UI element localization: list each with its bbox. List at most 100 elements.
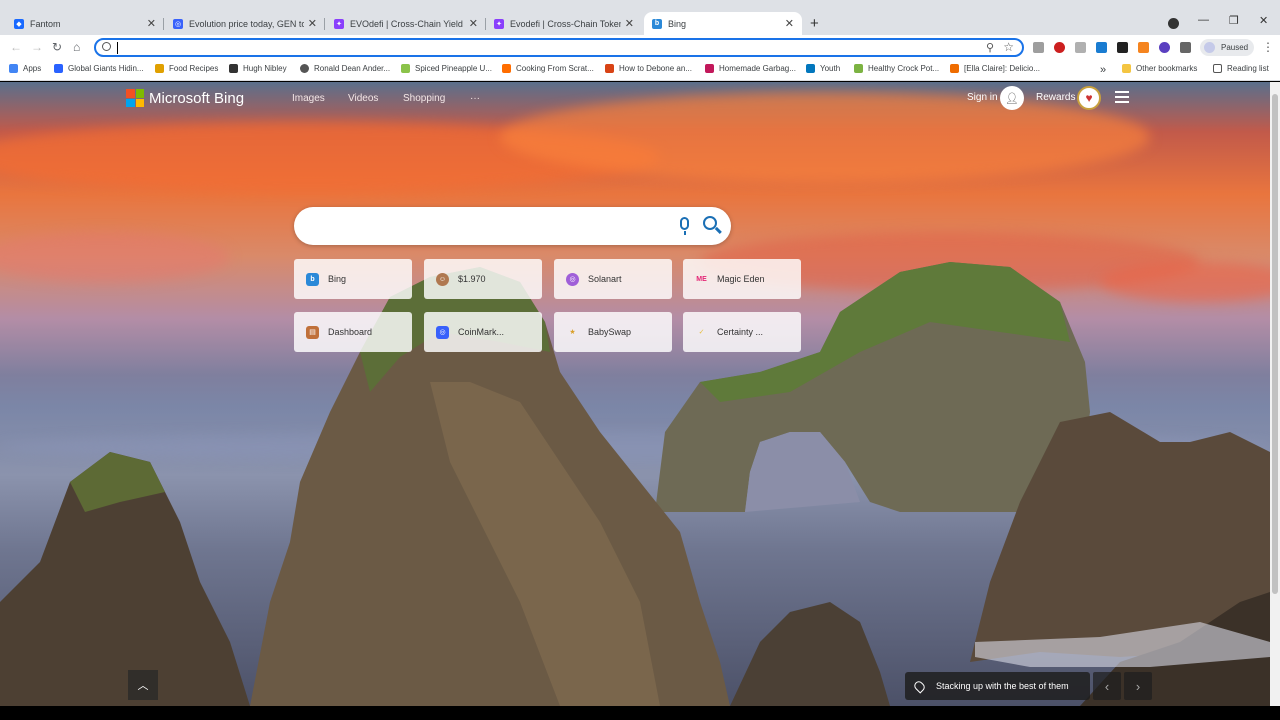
bookmark-item[interactable]: Healthy Crock Pot... [854,64,939,73]
search-icon-handle [715,226,722,234]
scroll-up-button[interactable]: ︿ [128,670,158,700]
page-scrollbar[interactable] [1270,82,1280,706]
caption-text: Stacking up with the best of them [936,681,1069,691]
quicklink-babyswap[interactable]: ★ BabySwap [554,312,672,352]
bing-logo[interactable]: Microsoft Bing [126,89,244,107]
metamask-icon[interactable] [1138,42,1149,53]
quicklink-certainty[interactable]: ✓ Certainty ... [683,312,801,352]
tab-title: Evodefi | Cross-Chain Token Bridge [510,18,621,29]
home-icon[interactable]: ⌂ [73,40,80,54]
bookmark-item[interactable]: Cooking From Scrat... [502,64,594,73]
extension-icon[interactable] [1159,42,1170,53]
evodefi-icon: ✦ [334,18,344,29]
close-icon[interactable]: ✕ [625,17,634,30]
bookmark-label: Other bookmarks [1136,64,1198,73]
close-icon[interactable]: ✕ [308,17,317,30]
bookmark-icon [854,64,863,73]
opera-icon[interactable] [1054,42,1065,53]
bookmark-item[interactable]: Homemade Garbag... [705,64,796,73]
quicklink-magic-eden[interactable]: ME Magic Eden [683,259,801,299]
close-icon[interactable]: ✕ [469,17,478,30]
bookmark-icon [705,64,714,73]
bookmark-label: How to Debone an... [619,64,692,73]
zoom-icon[interactable]: ⚲ [986,41,994,54]
tile-label: Magic Eden [717,274,765,284]
bookmark-item[interactable]: Food Recipes [155,64,218,73]
hamburger-menu-icon[interactable] [1115,91,1129,106]
other-bookmarks[interactable]: Other bookmarks [1122,64,1197,73]
bookmark-label: Ronald Dean Ander... [314,64,391,73]
bookmarks-bar: Apps Global Giants Hidin... Food Recipes… [0,60,1280,81]
tile-label: $1.970 [458,274,486,284]
more-icon[interactable]: ⋮ [1262,40,1274,54]
tab-fantom[interactable]: ◆ Fantom ✕ [6,12,164,35]
bookmark-label: Youth [820,64,841,73]
bookmark-item[interactable]: [Ella Claire]: Delicio... [950,64,1040,73]
bookmarks-overflow-icon[interactable]: » [1100,64,1106,76]
tab-bing[interactable]: b Bing ✕ [644,12,802,35]
tile-label: Solanart [588,274,622,284]
rewards-link[interactable]: Rewards [1036,92,1075,103]
search-input[interactable] [294,207,731,245]
tab-strip: ◆ Fantom ✕ ◎ Evolution price today, GEN … [0,0,1280,35]
close-icon[interactable]: ✕ [147,17,156,30]
image-caption[interactable]: Stacking up with the best of them [905,672,1090,700]
minimize-icon[interactable]: — [1198,14,1209,26]
tab-evodefi-bridge[interactable]: ✦ Evodefi | Cross-Chain Token Bridge ✕ [486,12,642,35]
nav-images[interactable]: Images [292,93,325,104]
close-icon[interactable]: ✕ [785,17,794,30]
tile-label: Certainty ... [717,327,764,337]
extension-icon[interactable] [1033,42,1044,53]
tab-evodefi-farm[interactable]: ✦ EVOdefi | Cross-Chain Yield Farm ✕ [326,12,486,35]
tab-evolution-price[interactable]: ◎ Evolution price today, GEN to USD ✕ [165,12,325,35]
bookmark-item[interactable]: Ronald Dean Ander... [300,64,390,73]
bookmark-item[interactable]: Hugh Nibley [229,64,287,73]
toolbar: ← → ↻ ⌂ ⚲ ☆ Paused ⋮ [0,35,1280,60]
bookmark-item[interactable]: How to Debone an... [605,64,692,73]
quicklink-dashboard[interactable]: ▤ Dashboard [294,312,412,352]
coinmarketcap-icon: ◎ [436,325,449,339]
quicklink-coinmarketcap[interactable]: ◎ CoinMark... [424,312,542,352]
profile-button[interactable]: Paused [1200,39,1254,56]
reading-list[interactable]: Reading list [1213,64,1269,73]
quicklink-price[interactable]: ☺ $1.970 [424,259,542,299]
extension-icon[interactable] [1096,42,1107,53]
nav-videos[interactable]: Videos [348,93,378,104]
tab-search-icon[interactable] [1168,18,1179,29]
nav-shopping[interactable]: Shopping [403,93,445,104]
back-icon[interactable]: ← [10,40,22,54]
bookmark-apps[interactable]: Apps [9,64,41,73]
extension-icon[interactable] [1117,42,1128,53]
bookmark-item[interactable]: Spiced Pineapple U... [401,64,492,73]
screen-bottom-edge [0,706,1280,720]
babyswap-icon: ★ [569,329,576,336]
next-image-button[interactable]: › [1124,672,1152,700]
tile-label: Bing [328,274,347,284]
microsoft-logo-icon [126,89,144,107]
puzzle-icon[interactable] [1180,42,1191,53]
nav-more[interactable]: ··· [470,93,480,104]
microphone-icon[interactable] [680,217,689,230]
forward-icon[interactable]: → [31,40,43,54]
bookmark-item[interactable]: Global Giants Hidin... [54,64,144,73]
quicklink-solanart[interactable]: ◎ Solanart [554,259,672,299]
reload-icon[interactable]: ↻ [52,40,62,54]
logo-text: Microsoft Bing [149,89,245,107]
maximize-icon[interactable]: ❐ [1229,14,1239,27]
dashboard-icon: ▤ [306,325,319,339]
user-icon[interactable]: 👤︎ [1000,86,1024,110]
extension-icon[interactable] [1075,42,1086,53]
bookmark-icon [229,64,238,73]
quicklink-bing[interactable]: b Bing [294,259,412,299]
previous-image-button[interactable]: ‹ [1093,672,1121,700]
bookmark-star-icon[interactable]: ☆ [1003,40,1014,54]
rewards-heart-icon[interactable]: ♥ [1077,86,1101,110]
bookmark-label: Homemade Garbag... [719,64,796,73]
bookmark-item[interactable]: Youth [806,64,840,73]
sign-in-link[interactable]: Sign in [967,92,998,103]
address-bar[interactable]: ⚲ ☆ [94,38,1024,57]
tile-label: BabySwap [588,327,632,337]
scrollbar-thumb[interactable] [1272,94,1278,594]
window-close-icon[interactable]: ✕ [1259,14,1268,27]
plus-icon[interactable]: + [810,15,819,32]
